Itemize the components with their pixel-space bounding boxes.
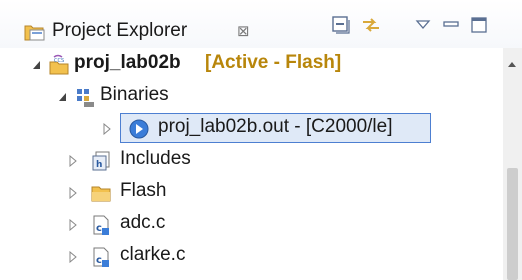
project-explorer-icon [24, 25, 45, 41]
project-explorer-tab[interactable]: Project Explorer ⊠ [8, 8, 258, 48]
adc-label: adc.c [120, 212, 166, 233]
flash-label: Flash [120, 180, 167, 201]
collapsed-arrow-icon[interactable] [68, 219, 78, 231]
minimize-icon[interactable] [440, 14, 462, 36]
project-explorer-view: Project Explorer ⊠ CCS proj_lab02b [Acti… [0, 0, 522, 280]
binary-file-label: proj_lab02b.out - [C2000/le] [158, 116, 393, 137]
tree-item-adc[interactable]: c adc.c [0, 208, 500, 240]
folder-icon [91, 186, 111, 202]
project-name: proj_lab02b [74, 52, 181, 73]
scrollbar-thumb[interactable] [507, 168, 518, 280]
tree-item-binaries[interactable]: Binaries [0, 80, 500, 112]
clarke-label: clarke.c [120, 244, 186, 265]
scroll-up-icon[interactable] [508, 62, 516, 67]
collapsed-arrow-icon[interactable] [68, 155, 78, 167]
svg-text:c: c [96, 223, 102, 234]
c-file-icon: c [93, 247, 109, 267]
includes-icon: h [92, 151, 110, 171]
tree-item-includes[interactable]: h Includes [0, 144, 500, 176]
vertical-scrollbar[interactable] [503, 48, 522, 280]
includes-label: Includes [120, 148, 191, 169]
view-header: Project Explorer ⊠ [0, 0, 522, 48]
tree-item-project[interactable]: CCS proj_lab02b [Active - Flash] [0, 48, 500, 80]
collapsed-arrow-icon[interactable] [102, 123, 112, 135]
maximize-icon[interactable] [468, 14, 490, 36]
collapsed-arrow-icon[interactable] [68, 251, 78, 263]
project-tree: CCS proj_lab02b [Active - Flash] Binarie… [0, 48, 500, 280]
collapse-all-icon[interactable] [330, 14, 352, 36]
tree-item-binary-file[interactable]: proj_lab02b.out - [C2000/le] [0, 112, 500, 144]
tree-item-clarke[interactable]: c clarke.c [0, 240, 500, 272]
collapsed-arrow-icon[interactable] [68, 187, 78, 199]
ccs-badge: CCS [54, 58, 64, 64]
expanded-arrow-icon[interactable] [32, 59, 42, 71]
view-title: Project Explorer [52, 20, 188, 41]
binaries-label: Binaries [100, 84, 169, 105]
close-view-icon[interactable]: ⊠ [237, 22, 250, 42]
c-file-icon: c [93, 215, 109, 235]
tree-item-flash[interactable]: Flash [0, 176, 500, 208]
project-decoration: [Active - Flash] [205, 52, 342, 73]
executable-icon [129, 119, 149, 139]
ccs-project-icon: CCS [49, 54, 69, 75]
view-menu-icon[interactable] [412, 14, 434, 36]
svg-text:c: c [96, 255, 102, 266]
binaries-icon [77, 89, 94, 107]
svg-text:h: h [96, 160, 102, 170]
expanded-arrow-icon[interactable] [58, 91, 68, 103]
link-with-editor-icon[interactable] [360, 14, 382, 36]
